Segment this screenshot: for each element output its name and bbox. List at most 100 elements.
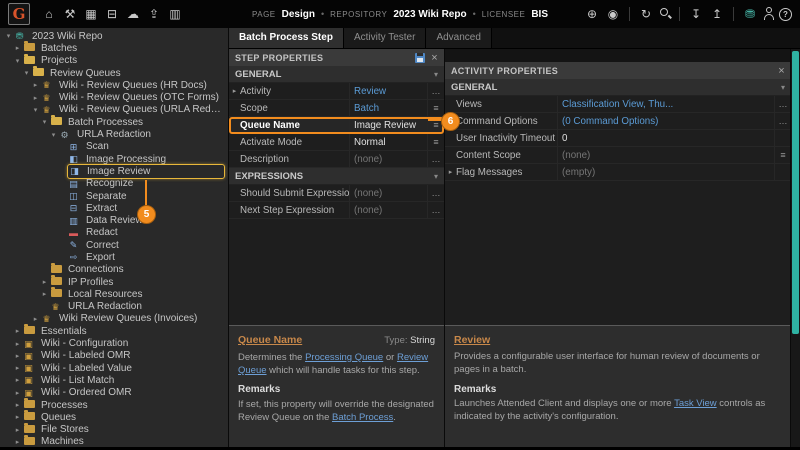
tree-item-machines[interactable]: ▸Machines xyxy=(0,436,228,447)
search-icon[interactable] xyxy=(658,6,672,22)
tree-item-projects[interactable]: ▾Projects xyxy=(0,55,228,67)
section-header-general[interactable]: GENERAL▾ xyxy=(229,66,444,83)
prop-value[interactable]: (empty) xyxy=(557,164,774,180)
tree-expander[interactable]: ▾ xyxy=(4,32,13,40)
tree-expander[interactable]: ▸ xyxy=(13,413,22,421)
tree-expander[interactable]: ▸ xyxy=(31,94,40,102)
tree-item-connections[interactable]: Connections xyxy=(0,264,228,276)
prop-value[interactable]: (none) xyxy=(349,185,427,201)
tree-item-2023-wiki-repo[interactable]: ▾⛃2023 Wiki Repo xyxy=(0,30,228,42)
prop-value[interactable]: (none) xyxy=(557,147,774,163)
tab-activity-tester[interactable]: Activity Tester xyxy=(344,28,427,48)
tree-expander[interactable]: ▸ xyxy=(13,438,22,446)
tree-expander[interactable]: ▸ xyxy=(31,81,40,89)
ellipsis-button[interactable]: … xyxy=(427,202,444,218)
prop-row-scope[interactable]: ScopeBatch≡ xyxy=(229,100,444,117)
prop-value[interactable]: (none) xyxy=(349,202,427,218)
close-icon[interactable]: × xyxy=(778,65,785,77)
tree-expander[interactable]: ▾ xyxy=(13,57,22,65)
share-icon[interactable]: ⇪ xyxy=(145,6,163,22)
prop-row-user-inactivity-timeout[interactable]: User Inactivity Timeout0 xyxy=(445,130,791,147)
tree-expander[interactable]: ▸ xyxy=(31,315,40,323)
menu-button[interactable]: ≡ xyxy=(774,147,791,163)
download-icon[interactable]: ↧ xyxy=(687,6,705,22)
prop-value[interactable]: (none) xyxy=(349,151,427,167)
prop-row-next-step-expression[interactable]: Next Step Expression(none)… xyxy=(229,202,444,219)
tree-item-processes[interactable]: ▸Processes xyxy=(0,399,228,411)
tree-item-separate[interactable]: ◫Separate xyxy=(0,190,228,202)
menu-button[interactable]: ≡ xyxy=(427,134,444,150)
tree-item-local-resources[interactable]: ▸Local Resources xyxy=(0,288,228,300)
prop-row-should-submit-expression[interactable]: Should Submit Expression(none)… xyxy=(229,185,444,202)
upload-icon[interactable]: ↥ xyxy=(708,6,726,22)
tree-item-recognize[interactable]: ▤Recognize xyxy=(0,178,228,190)
database-icon[interactable]: ⛃ xyxy=(741,6,759,22)
tree-item-batches[interactable]: ▸Batches xyxy=(0,42,228,54)
prop-value[interactable]: (0 Command Options) xyxy=(557,113,774,129)
ellipsis-button[interactable]: … xyxy=(427,151,444,167)
tools-icon[interactable]: ⚒ xyxy=(61,6,79,22)
prop-row-description[interactable]: Description(none)… xyxy=(229,151,444,168)
tree-item-wiki-review-queues-urla-redaction[interactable]: ▾♛Wiki - Review Queues (URLA Redaction) xyxy=(0,104,228,116)
ellipsis-button[interactable]: … xyxy=(774,96,791,112)
tree-item-correct[interactable]: ✎Correct xyxy=(0,239,228,251)
tree-item-review-queues[interactable]: ▾Review Queues xyxy=(0,67,228,79)
tree-expander[interactable]: ▸ xyxy=(13,352,22,360)
save-icon[interactable] xyxy=(415,53,425,63)
tree-item-extract[interactable]: ⊟Extract xyxy=(0,202,228,214)
tree-item-queues[interactable]: ▸Queues xyxy=(0,411,228,423)
tree-item-wiki-review-queues-otc-forms[interactable]: ▸♛Wiki - Review Queues (OTC Forms) xyxy=(0,91,228,103)
section-header-general[interactable]: GENERAL▾ xyxy=(445,79,791,96)
tree-item-wiki-list-match[interactable]: ▸▣Wiki - List Match xyxy=(0,374,228,386)
prop-row-activity[interactable]: ▸ActivityReview… xyxy=(229,83,444,100)
record-icon[interactable]: ◉ xyxy=(604,6,622,22)
tree-item-export[interactable]: ⇨Export xyxy=(0,251,228,263)
help-link[interactable]: Batch Process xyxy=(332,412,393,423)
prop-value[interactable]: Normal xyxy=(349,134,427,150)
app-logo[interactable]: G xyxy=(8,3,30,25)
ellipsis-button[interactable]: … xyxy=(774,113,791,129)
prop-value[interactable]: Batch xyxy=(349,100,427,116)
tree-expander[interactable]: ▾ xyxy=(31,106,40,114)
tree-item-essentials[interactable]: ▸Essentials xyxy=(0,325,228,337)
tab-advanced[interactable]: Advanced xyxy=(426,28,491,48)
row-expander-icon[interactable]: ▸ xyxy=(445,168,456,176)
vertical-scrollbar[interactable] xyxy=(790,49,800,447)
prop-row-flag-messages[interactable]: ▸Flag Messages(empty) xyxy=(445,164,791,181)
tree-expander[interactable]: ▸ xyxy=(13,376,22,384)
trash-icon[interactable]: ⊟ xyxy=(103,6,121,22)
help-icon[interactable]: ? xyxy=(779,8,792,21)
prop-row-activate-mode[interactable]: Activate ModeNormal≡ xyxy=(229,134,444,151)
prop-row-views[interactable]: ViewsClassification View, Thu...… xyxy=(445,96,791,113)
tree-expander[interactable]: ▾ xyxy=(40,118,49,126)
tree-expander[interactable]: ▸ xyxy=(40,278,49,286)
tree-expander[interactable]: ▸ xyxy=(13,401,22,409)
tree-item-urla-redaction[interactable]: ▾⚙URLA Redaction xyxy=(0,128,228,140)
tree-expander[interactable]: ▸ xyxy=(40,290,49,298)
section-header-expressions[interactable]: EXPRESSIONS▾ xyxy=(229,168,444,185)
prop-value[interactable]: Review xyxy=(349,83,427,99)
tree-item-redact[interactable]: ▬Redact xyxy=(0,227,228,239)
tree-item-ip-profiles[interactable]: ▸IP Profiles xyxy=(0,276,228,288)
ellipsis-button[interactable]: … xyxy=(427,185,444,201)
tree-expander[interactable]: ▸ xyxy=(13,340,22,348)
tree-item-scan[interactable]: ⊞Scan xyxy=(0,141,228,153)
tree-item-file-stores[interactable]: ▸File Stores xyxy=(0,424,228,436)
prop-row-content-scope[interactable]: Content Scope(none)≡ xyxy=(445,147,791,164)
close-icon[interactable]: × xyxy=(431,52,438,64)
prop-value[interactable]: 0 xyxy=(557,130,774,146)
box-icon[interactable]: ▦ xyxy=(82,6,100,22)
tree-item-wiki-labeled-value[interactable]: ▸▣Wiki - Labeled Value xyxy=(0,362,228,374)
row-expander-icon[interactable]: ▸ xyxy=(229,87,240,95)
tree-expander[interactable]: ▸ xyxy=(13,44,22,52)
tree-expander[interactable]: ▸ xyxy=(13,426,22,434)
home-icon[interactable]: ⌂ xyxy=(40,6,58,22)
prop-value[interactable]: Image Review xyxy=(349,117,427,133)
menu-button[interactable]: ≡ xyxy=(427,100,444,116)
tree-item-wiki-configuration[interactable]: ▸▣Wiki - Configuration xyxy=(0,337,228,349)
prop-row-queue-name[interactable]: Queue NameImage Review≡ xyxy=(229,117,444,134)
help-link[interactable]: Processing Queue xyxy=(305,352,383,363)
tree-expander[interactable]: ▾ xyxy=(22,69,31,77)
help-link[interactable]: Task View xyxy=(674,398,717,409)
tree-expander[interactable]: ▸ xyxy=(13,327,22,335)
